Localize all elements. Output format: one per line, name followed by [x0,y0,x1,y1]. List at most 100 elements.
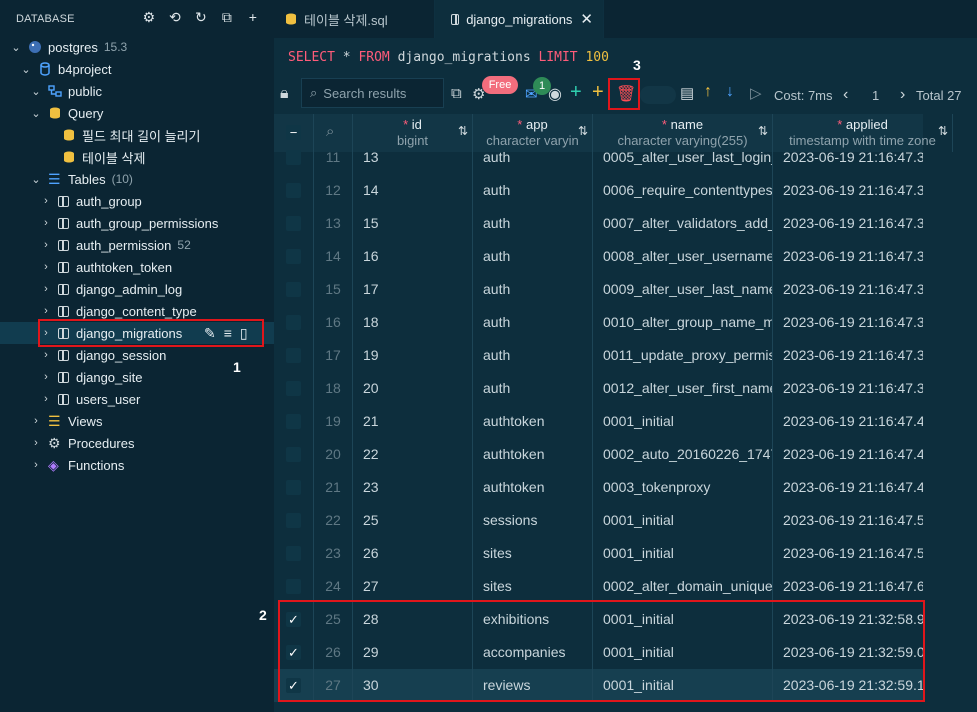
row-checkbox[interactable] [286,480,301,495]
chevron-right-icon[interactable]: › [40,305,52,317]
cell-name[interactable]: 0010_alter_group_name_ma [593,306,773,339]
cell-id[interactable]: 20 [353,372,473,405]
cell-id[interactable]: 26 [353,537,473,570]
chevron-right-icon[interactable]: › [40,283,52,295]
cell-applied[interactable]: 2023-06-19 21:16:47.49006 [773,438,923,471]
prev-page-icon[interactable]: ‹ [843,86,848,104]
cell-app[interactable]: auth [473,207,593,240]
tree-query-group[interactable]: ⌄ Query [0,102,304,124]
cell-name[interactable]: 0002_auto_20160226_1747 [593,438,773,471]
table-row[interactable]: 14 16 auth 0008_alter_user_username_ 2023-06… [274,240,923,273]
sidebar-table-item[interactable]: › auth_group [0,190,314,212]
table-row[interactable]: 24 27 sites 0002_alter_domain_unique 2023-06… [274,570,923,603]
cell-app[interactable]: sites [473,537,593,570]
row-checkbox[interactable] [286,183,301,198]
run-icon[interactable]: ▷ [750,84,762,102]
cell-applied[interactable]: 2023-06-19 21:16:47.49471 [773,471,923,504]
cell-applied[interactable]: 2023-06-19 21:16:47.43920 [773,405,923,438]
cell-name[interactable]: 0001_initial [593,405,773,438]
tab-django-migrations[interactable]: django_migrations ✕ [435,0,604,38]
cell-id[interactable]: 22 [353,438,473,471]
add-column-icon[interactable]: + [592,81,604,104]
add-connection-icon[interactable]: + [246,10,260,24]
cell-id[interactable]: 19 [353,339,473,372]
cell-id[interactable]: 17 [353,273,473,306]
copy-icon[interactable]: ⧉ [451,85,462,102]
chevron-right-icon[interactable]: › [30,437,42,449]
cell-name[interactable]: 0006_require_contenttypes_ [593,174,773,207]
table-row[interactable]: 23 26 sites 0001_initial 2023-06-19 21:16:47… [274,537,923,570]
sidebar-table-item[interactable]: › auth_permission 52 [0,234,314,256]
cell-app[interactable]: auth [473,273,593,306]
table-row[interactable]: 22 25 sessions 0001_initial 2023-06-19 21:16… [274,504,923,537]
tree-procedures[interactable]: › ⚙ Procedures [0,432,304,454]
cell-name[interactable]: 0002_alter_domain_unique [593,570,773,603]
row-checkbox[interactable] [286,414,301,429]
sql-editor[interactable]: SELECT * FROM django_migrations LIMIT 10… [274,38,977,76]
row-checkbox[interactable] [286,381,301,396]
table-row[interactable]: 19 21 authtoken 0001_initial 2023-06-19 21:1… [274,405,923,438]
chevron-right-icon[interactable]: › [40,393,52,405]
cell-applied[interactable]: 2023-06-19 21:16:47.59152 [773,537,923,570]
chevron-down-icon[interactable]: ⌄ [30,85,42,98]
cell-id[interactable]: 27 [353,570,473,603]
add-row-icon[interactable]: + [570,81,582,104]
cell-name[interactable]: 0005_alter_user_last_login_n [593,141,773,174]
cell-id[interactable]: 15 [353,207,473,240]
row-checkbox[interactable] [286,282,301,297]
chevron-right-icon[interactable]: › [40,239,52,251]
search-results-input[interactable]: ⌕ Search results [301,78,444,108]
chevron-right-icon[interactable]: › [40,349,52,361]
cell-id[interactable]: 14 [353,174,473,207]
cell-applied[interactable]: 2023-06-19 21:16:47.33257 [773,273,923,306]
cell-app[interactable]: auth [473,306,593,339]
cell-name[interactable]: 0001_initial [593,537,773,570]
table-row[interactable]: 20 22 authtoken 0002_auto_20160226_1747 2023… [274,438,923,471]
table-row[interactable]: 11 13 auth 0005_alter_user_last_login_n 2023… [274,141,923,174]
cell-applied[interactable]: 2023-06-19 21:16:47.32557 [773,240,923,273]
arrow-up-icon[interactable]: ↑ [704,83,712,101]
chevron-down-icon[interactable]: ⌄ [20,63,32,76]
cell-name[interactable]: 0001_initial [593,504,773,537]
toggle-switch[interactable] [640,86,676,104]
tree-connection[interactable]: ⌄ postgres 15.3 [0,36,284,58]
table-row[interactable]: 12 14 auth 0006_require_contenttypes_ 2023-0… [274,174,923,207]
table-row[interactable]: 18 20 auth 0012_alter_user_first_name_ 2023-… [274,372,923,405]
cell-applied[interactable]: 2023-06-19 21:16:47.31056 [773,174,923,207]
cell-id[interactable]: 18 [353,306,473,339]
tree-database[interactable]: ⌄ b4project [0,58,294,80]
table-row[interactable]: 21 23 authtoken 0003_tokenproxy 2023-06-19 2… [274,471,923,504]
table-row[interactable]: 13 15 auth 0007_alter_validators_add_e 2023-… [274,207,923,240]
cell-app[interactable]: auth [473,240,593,273]
sidebar-table-item[interactable]: › auth_group_permissions [0,212,314,234]
sidebar-table-item[interactable]: › django_session [0,344,314,366]
tree-schema[interactable]: ⌄ public [0,80,304,102]
row-checkbox[interactable] [286,216,301,231]
cell-app[interactable]: authtoken [473,438,593,471]
cell-app[interactable]: auth [473,339,593,372]
cell-name[interactable]: 0008_alter_user_username_ [593,240,773,273]
row-checkbox[interactable] [286,513,301,528]
cell-applied[interactable]: 2023-06-19 21:16:47.37001 [773,339,923,372]
cell-app[interactable]: auth [473,372,593,405]
sidebar-table-item[interactable]: › users_user [0,388,314,410]
cell-id[interactable]: 21 [353,405,473,438]
sort-icon[interactable]: ⇅ [938,124,948,138]
tree-tables-group[interactable]: ⌄ ☰ Tables (10) [0,168,304,190]
search-icon[interactable]: ⌕ [326,123,334,140]
cell-applied[interactable]: 2023-06-19 21:16:47.39299 [773,372,923,405]
cell-app[interactable]: sites [473,570,593,603]
sort-icon[interactable]: ⇅ [458,124,468,138]
chevron-down-icon[interactable]: ⌄ [30,107,42,120]
chevron-right-icon[interactable]: › [30,415,42,427]
arrow-down-icon[interactable]: ↓ [726,83,734,101]
cell-name[interactable]: 0012_alter_user_first_name_ [593,372,773,405]
row-checkbox[interactable] [286,579,301,594]
cell-name[interactable]: 0011_update_proxy_permis [593,339,773,372]
table-row[interactable]: 15 17 auth 0009_alter_user_last_name_ 2023-0… [274,273,923,306]
cell-id[interactable]: 13 [353,141,473,174]
chevron-right-icon[interactable]: › [40,195,52,207]
sidebar-table-item[interactable]: › django_site [0,366,314,388]
refresh-icon[interactable]: ↻ [194,10,208,24]
cell-applied[interactable]: 2023-06-19 21:16:47.60554 [773,570,923,603]
